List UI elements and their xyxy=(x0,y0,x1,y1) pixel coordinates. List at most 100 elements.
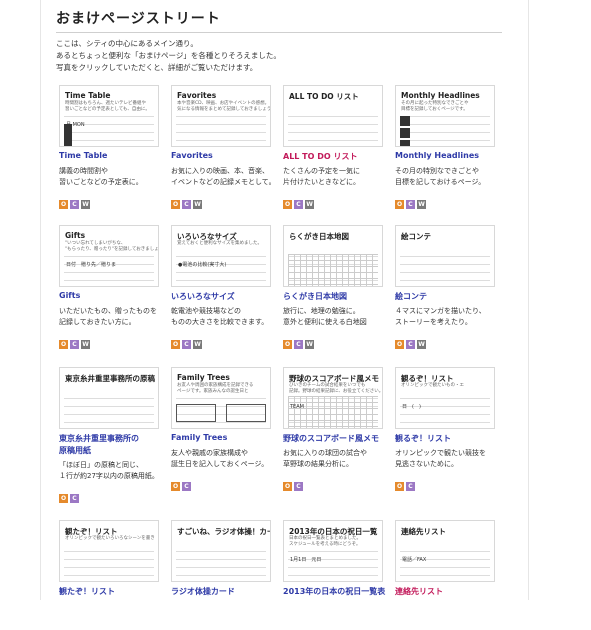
card-thumbnail[interactable]: Family Trees お友人や周囲の家族構成を記録できる ページです。家族みんな… xyxy=(171,367,271,429)
card: Time Table 時間割はもちろん、週たいテレビ番組や 習いごとなどの予定表とし… xyxy=(59,85,159,209)
thumbnail-subtitle: 本や音楽CD、映画、お店やイベントの感想。 気になる情報をまとめて記録しておきまし… xyxy=(177,101,270,113)
card-thumbnail[interactable]: 2013年の日本の祝日一覧 日本の祝日一覧表とまとめました。 スケジュールを考える時… xyxy=(283,520,383,582)
intro-text: ここは、シティの中心にあるメイン通り。 あるとちょっと便利な「おまけページ」を各… xyxy=(56,38,281,74)
card-title-link[interactable]: Monthly Headlines xyxy=(395,151,479,160)
format-badge-c[interactable]: C xyxy=(182,200,191,209)
card-title-link[interactable]: Gifts xyxy=(59,291,80,300)
card-title-link[interactable]: 連絡先リスト xyxy=(395,586,443,597)
format-badges: OCW xyxy=(395,191,428,209)
card: いろいろなサイズ 覚えておくと便利なサイズを集めました。 ●電池の比較(実寸大) いろ… xyxy=(171,225,271,349)
title-divider xyxy=(56,32,502,33)
thumbnail-subtitle-line: 目標を記録しておくページです。 xyxy=(401,107,468,112)
card: 2013年の日本の祝日一覧 日本の祝日一覧表とまとめました。 スケジュールを考える時… xyxy=(283,520,385,630)
card-title-link[interactable]: ラジオ体操カード xyxy=(171,586,235,597)
format-badge-w[interactable]: W xyxy=(81,200,90,209)
card-thumbnail[interactable]: 野球のスコアボード風メモ ひいきのチームの試合結果をいつでも 記録。野球の結果記録に… xyxy=(283,367,383,429)
format-badge-o[interactable]: O xyxy=(59,340,68,349)
thumbnail-subtitle: オリンピックで観たいろいろなシーンを書き xyxy=(65,536,155,542)
card-thumbnail[interactable]: らくがき日本地図 xyxy=(283,225,383,287)
format-badge-c[interactable]: C xyxy=(294,482,303,491)
format-badge-c[interactable]: C xyxy=(182,340,191,349)
card-title-link[interactable]: 絵コンテ xyxy=(395,291,427,302)
card-thumbnail[interactable]: いろいろなサイズ 覚えておくと便利なサイズを集めました。 ●電池の比較(実寸大) xyxy=(171,225,271,287)
format-badge-o[interactable]: O xyxy=(395,340,404,349)
thumbnail-rule xyxy=(64,422,154,423)
format-badge-o[interactable]: O xyxy=(59,494,68,503)
thumbnail-subtitle: その月に起った特別なできごとや 目標を記録しておくページです。 xyxy=(401,101,469,113)
format-badges: OCW xyxy=(171,191,204,209)
thumbnail-subtitle: "いつい忘れてしまいがちな、 "もらったり、贈ったり"を記録しておきましょう。 xyxy=(65,241,158,253)
card-thumbnail[interactable]: Favorites 本や音楽CD、映画、お店やイベントの感想。 気になる情報をまとめ… xyxy=(171,85,271,147)
format-badge-c[interactable]: C xyxy=(406,200,415,209)
thumbnail-rule xyxy=(64,551,154,552)
format-badge-w[interactable]: W xyxy=(417,200,426,209)
card-description-line: 友人や親戚の家族構成や xyxy=(171,449,248,457)
format-badge-c[interactable]: C xyxy=(294,340,303,349)
thumbnail-grid xyxy=(288,396,378,428)
card-title-link[interactable]: Time Table xyxy=(59,151,107,160)
card-title-link[interactable]: 2013年の日本の祝日一覧表 xyxy=(283,586,385,597)
format-badge-c[interactable]: C xyxy=(70,200,79,209)
format-badge-w[interactable]: W xyxy=(417,340,426,349)
format-badge-c[interactable]: C xyxy=(70,494,79,503)
card-title-link[interactable]: 野球のスコアボード風メモ xyxy=(283,433,379,444)
card-thumbnail[interactable]: ALL TO DO リスト xyxy=(283,85,383,147)
card-thumbnail[interactable]: 絵コンテ xyxy=(395,225,495,287)
format-badge-w[interactable]: W xyxy=(305,340,314,349)
thumbnail-rule xyxy=(64,406,154,407)
card-thumbnail[interactable]: 観るぞ！リスト オリンピックで観たいもの・エ日 ( ) xyxy=(395,367,495,429)
format-badge-w[interactable]: W xyxy=(193,200,202,209)
card-title-link[interactable]: Family Trees xyxy=(171,433,227,442)
format-badge-o[interactable]: O xyxy=(171,482,180,491)
format-badge-w[interactable]: W xyxy=(81,340,90,349)
card: らくがき日本地図 らくがき日本地図 旅行に、地理の勉強に。 意外と便利に使える白地図 O… xyxy=(283,225,383,349)
format-badge-o[interactable]: O xyxy=(395,200,404,209)
format-badge-c[interactable]: C xyxy=(406,340,415,349)
format-badge-o[interactable]: O xyxy=(283,200,292,209)
card-title-link[interactable]: Favorites xyxy=(171,151,213,160)
thumbnail-rule xyxy=(400,124,490,125)
card-title-link[interactable]: ALL TO DO リスト xyxy=(283,151,357,162)
card-description-line: 「ほぼ日」の原稿と同じ、 xyxy=(59,461,143,469)
card-title-link[interactable]: 観たぞ！リスト xyxy=(59,586,115,597)
card-thumbnail[interactable]: すごいね、ラジオ体操！カード xyxy=(171,520,271,582)
card: ALL TO DO リスト ALL TO DO リスト たくさんの予定を一気に 片付け… xyxy=(283,85,383,209)
intro-line: あるとちょっと便利な「おまけページ」を各種とりそろえました。 xyxy=(56,51,281,60)
format-badge-o[interactable]: O xyxy=(59,200,68,209)
format-badge-w[interactable]: W xyxy=(305,200,314,209)
thumbnail-rule xyxy=(288,116,378,117)
format-badge-o[interactable]: O xyxy=(283,340,292,349)
card-title-link[interactable]: いろいろなサイズ xyxy=(171,291,235,302)
card-thumbnail[interactable]: 観たぞ！リスト オリンピックで観たいろいろなシーンを書き xyxy=(59,520,159,582)
thumbnail-subtitle: 時間割はもちろん、週たいテレビ番組や 習いごとなどの予定表としても、自由に。 xyxy=(65,101,150,113)
card-title-link[interactable]: らくがき日本地図 xyxy=(283,291,347,302)
card-thumbnail[interactable]: 連絡先リスト 電話／FAX xyxy=(395,520,495,582)
thumbnail-rule xyxy=(288,575,378,576)
card-title-link[interactable]: 原稿用紙 xyxy=(59,445,91,456)
card-description: その月の特別なできごとや 目標を記しておけるページ。 xyxy=(395,166,485,187)
thumbnail-subtitle-line: 覚えておくと便利なサイズを集めました。 xyxy=(177,241,263,246)
format-badge-w[interactable]: W xyxy=(193,340,202,349)
format-badge-c[interactable]: C xyxy=(294,200,303,209)
card-title-link[interactable]: 観るぞ！リスト xyxy=(395,433,451,444)
format-badge-o[interactable]: O xyxy=(171,200,180,209)
card-thumbnail[interactable]: Gifts "いつい忘れてしまいがちな、 "もらったり、贈ったり"を記録しておきまし… xyxy=(59,225,159,287)
thumbnail-subtitle-line: スケジュールを考える時にどうぞ。 xyxy=(289,542,361,547)
family-tree-box xyxy=(226,404,266,422)
format-badge-o[interactable]: O xyxy=(283,482,292,491)
format-badges: OC xyxy=(283,473,305,491)
card-thumbnail[interactable]: 東京糸井重里事務所の原稿 xyxy=(59,367,159,429)
thumbnail-rule xyxy=(176,124,266,125)
format-badge-c[interactable]: C xyxy=(182,482,191,491)
format-badge-c[interactable]: C xyxy=(406,482,415,491)
card-thumbnail[interactable]: Time Table 時間割はもちろん、週たいテレビ番組や 習いごとなどの予定表とし… xyxy=(59,85,159,147)
format-badge-o[interactable]: O xyxy=(171,340,180,349)
format-badges: OCW xyxy=(59,191,92,209)
thumbnail-label: TEAM xyxy=(290,404,304,410)
card-thumbnail[interactable]: Monthly Headlines その月に起った特別なできごとや 目標を記録してお… xyxy=(395,85,495,147)
format-badge-c[interactable]: C xyxy=(70,340,79,349)
thumbnail-rule xyxy=(176,551,266,552)
card-title-link[interactable]: 東京糸井重里事務所の xyxy=(59,433,139,444)
format-badge-o[interactable]: O xyxy=(395,482,404,491)
card-description: 友人や親戚の家族構成や 誕生日を記入しておくページ。 xyxy=(171,448,268,469)
